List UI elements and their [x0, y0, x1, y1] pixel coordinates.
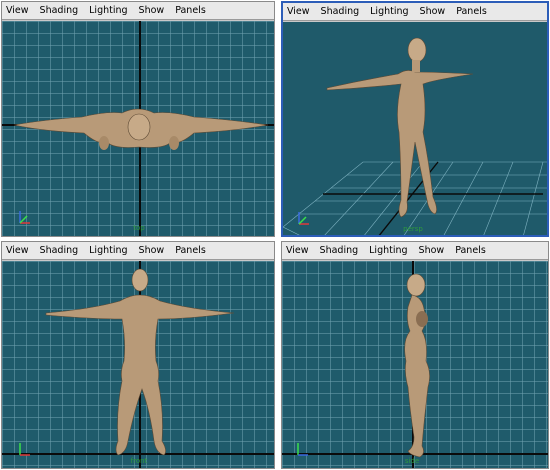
menu-lighting[interactable]: Lighting — [89, 245, 127, 256]
menu-shading[interactable]: Shading — [320, 245, 359, 256]
viewport-menubar: View Shading Lighting Show Panels — [282, 242, 548, 260]
character-model-side — [404, 273, 430, 458]
menu-show[interactable]: Show — [419, 245, 445, 256]
menu-lighting[interactable]: Lighting — [369, 245, 407, 256]
menu-lighting[interactable]: Lighting — [89, 5, 127, 16]
camera-label: persp — [403, 225, 423, 233]
viewport-pane-persp[interactable]: View Shading Lighting Show Panels persp — [281, 1, 549, 237]
viewport-persp[interactable]: persp — [283, 22, 547, 235]
viewport-top[interactable]: top — [2, 21, 274, 236]
viewport-menubar: View Shading Lighting Show Panels — [2, 242, 274, 260]
axis-gizmo-icon — [292, 439, 314, 461]
axis-gizmo-icon — [293, 208, 315, 230]
menu-view[interactable]: View — [6, 5, 29, 16]
viewport-pane-front[interactable]: View Shading Lighting Show Panels front — [1, 241, 275, 469]
menu-lighting[interactable]: Lighting — [370, 6, 408, 17]
menu-view[interactable]: View — [6, 245, 29, 256]
axis-gizmo-icon — [14, 439, 36, 461]
character-model-top — [13, 108, 269, 150]
menu-shading[interactable]: Shading — [40, 245, 79, 256]
menu-panels[interactable]: Panels — [455, 245, 486, 256]
menu-view[interactable]: View — [286, 245, 309, 256]
viewport-menubar: View Shading Lighting Show Panels — [2, 2, 274, 20]
viewport-menubar: View Shading Lighting Show Panels — [283, 3, 547, 21]
menu-panels[interactable]: Panels — [175, 5, 206, 16]
menu-show[interactable]: Show — [420, 6, 446, 17]
viewport-front[interactable]: front — [2, 261, 274, 468]
viewport-pane-side[interactable]: View Shading Lighting Show Panels side — [281, 241, 549, 469]
menu-view[interactable]: View — [287, 6, 310, 17]
viewport-side[interactable]: side — [282, 261, 548, 468]
menu-shading[interactable]: Shading — [40, 5, 79, 16]
camera-label: side — [404, 457, 420, 465]
camera-label: top — [133, 224, 145, 232]
menu-show[interactable]: Show — [139, 245, 165, 256]
axis-gizmo-icon — [14, 207, 36, 229]
menu-panels[interactable]: Panels — [175, 245, 206, 256]
camera-label: front — [130, 457, 148, 465]
character-model-persp — [326, 37, 474, 218]
character-model-front — [45, 268, 235, 456]
menu-panels[interactable]: Panels — [456, 6, 487, 17]
menu-shading[interactable]: Shading — [321, 6, 360, 17]
menu-show[interactable]: Show — [139, 5, 165, 16]
viewport-pane-top[interactable]: View Shading Lighting Show Panels top — [1, 1, 275, 237]
